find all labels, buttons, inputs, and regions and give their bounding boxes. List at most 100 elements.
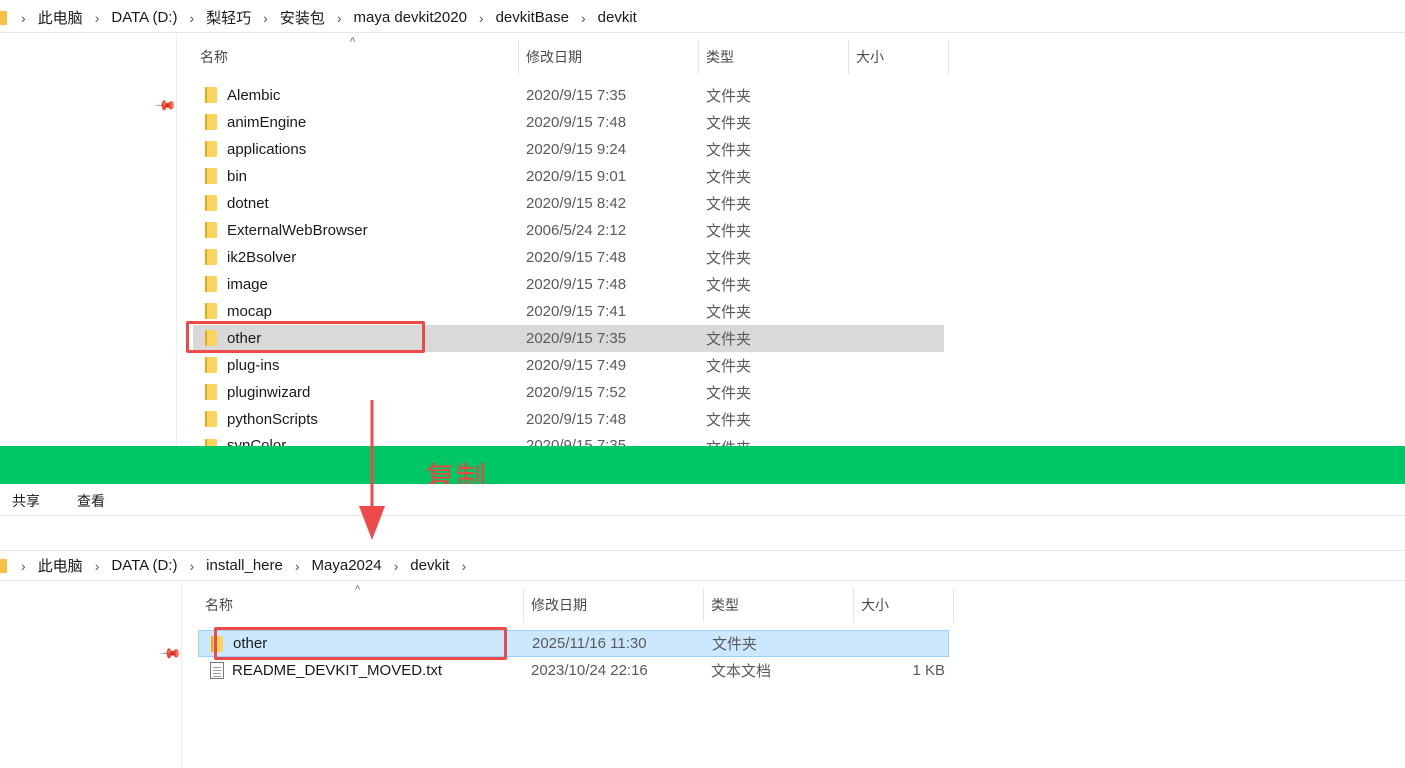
folder-icon (205, 276, 217, 292)
chevron-right-icon: › (580, 9, 586, 26)
file-modified: 2020/9/15 8:42 (526, 195, 627, 212)
file-name: ExternalWebBrowser (227, 222, 368, 239)
folder-icon (0, 558, 7, 573)
file-row[interactable]: animEngine 2020/9/15 7:48 文件夹 (193, 109, 944, 136)
ribbon-body (0, 517, 1405, 551)
chevron-right-icon: › (336, 9, 342, 26)
file-name: ik2Bsolver (227, 249, 297, 266)
file-modified: 2020/9/15 7:35 (526, 87, 627, 104)
folder-icon (205, 195, 217, 211)
file-type: 文件夹 (706, 142, 752, 159)
file-modified: 2006/5/24 2:12 (526, 222, 627, 239)
file-row[interactable]: Alembic 2020/9/15 7:35 文件夹 (193, 82, 944, 109)
file-row[interactable]: README_DEVKIT_MOVED.txt 2023/10/24 22:16 文… (198, 657, 949, 684)
nav-pane-divider (176, 34, 177, 446)
breadcrumb-item[interactable]: 此电脑 (32, 555, 89, 576)
column-header-type[interactable]: 类型 (699, 40, 849, 74)
breadcrumb-item[interactable]: devkitBase (490, 9, 575, 26)
file-row[interactable]: plug-ins 2020/9/15 7:49 文件夹 (193, 352, 944, 379)
pin-icon[interactable]: 📌 (154, 93, 178, 117)
file-type: 文件夹 (706, 412, 752, 429)
file-row[interactable]: bin 2020/9/15 9:01 文件夹 (193, 163, 944, 190)
file-type: 文件夹 (706, 385, 752, 402)
column-header-type[interactable]: 类型 (704, 588, 854, 622)
folder-icon (205, 439, 217, 446)
tab-view[interactable]: 查看 (77, 491, 105, 511)
file-row[interactable]: applications 2020/9/15 9:24 文件夹 (193, 136, 944, 163)
file-modified: 2020/9/15 7:35 (526, 330, 627, 347)
file-type: 文件夹 (706, 437, 751, 446)
file-row[interactable]: synColor 2020/9/15 7:35 文件夹 (193, 433, 944, 446)
file-modified: 2020/9/15 7:49 (526, 357, 627, 374)
breadcrumb-item[interactable]: maya devkit2020 (348, 9, 473, 26)
file-type: 文件夹 (706, 304, 752, 321)
column-header-row: ^ 名称 修改日期 类型 大小 (198, 584, 958, 622)
file-modified: 2020/9/15 7:35 (526, 437, 627, 446)
folder-icon (205, 141, 217, 157)
breadcrumb-item[interactable]: install_here (200, 557, 289, 574)
file-modified: 2020/9/15 9:24 (526, 141, 627, 158)
chevron-right-icon: › (189, 557, 195, 574)
file-modified: 2023/10/24 22:16 (531, 662, 648, 679)
tab-share[interactable]: 共享 (12, 491, 40, 511)
file-name: pluginwizard (227, 384, 311, 401)
file-type: 文件夹 (706, 250, 752, 267)
file-size: 1 KB (912, 662, 945, 679)
breadcrumb-item[interactable]: 安装包 (274, 7, 331, 28)
file-name: synColor (227, 437, 287, 446)
file-name: dotnet (227, 195, 269, 212)
column-header-name[interactable]: 名称 (198, 588, 524, 622)
file-row[interactable]: pythonScripts 2020/9/15 7:48 文件夹 (193, 406, 944, 433)
file-row[interactable]: dotnet 2020/9/15 8:42 文件夹 (193, 190, 944, 217)
file-type: 文件夹 (706, 196, 752, 213)
column-header-row: ^ 名称 修改日期 类型 大小 (193, 36, 953, 74)
address-bar-top[interactable]: › 此电脑 › DATA (D:) › 梨轻巧 › 安装包 › maya dev… (0, 3, 1405, 33)
file-row[interactable]: ExternalWebBrowser 2006/5/24 2:12 文件夹 (193, 217, 944, 244)
nav-pane-divider (181, 582, 182, 768)
column-header-modified[interactable]: 修改日期 (519, 40, 699, 74)
file-name: bin (227, 168, 248, 185)
file-row[interactable]: pluginwizard 2020/9/15 7:52 文件夹 (193, 379, 944, 406)
column-header-size[interactable]: 大小 (849, 40, 949, 74)
breadcrumb-item[interactable]: 此电脑 (32, 7, 89, 28)
chevron-right-icon: › (263, 9, 268, 26)
file-modified: 2020/9/15 7:48 (526, 276, 627, 293)
file-type: 文件夹 (706, 169, 752, 186)
file-row[interactable]: image 2020/9/15 7:48 文件夹 (193, 271, 944, 298)
file-modified: 2020/9/15 7:48 (526, 114, 627, 131)
column-header-size[interactable]: 大小 (854, 588, 954, 622)
file-type: 文件夹 (706, 277, 752, 294)
breadcrumb-item[interactable]: 梨轻巧 (200, 7, 257, 28)
breadcrumb-item[interactable]: devkit (592, 9, 643, 26)
chevron-right-icon: › (393, 557, 399, 574)
highlight-box (186, 321, 425, 353)
chevron-right-icon: › (461, 557, 467, 574)
file-type: 文本文档 (711, 663, 772, 680)
file-modified: 2020/9/15 7:48 (526, 411, 627, 428)
file-name: Alembic (227, 87, 281, 104)
breadcrumb-item[interactable]: Maya2024 (306, 557, 388, 574)
folder-icon (205, 249, 217, 265)
file-type: 文件夹 (706, 331, 752, 348)
folder-icon (205, 357, 217, 373)
column-header-name[interactable]: 名称 (193, 40, 519, 74)
down-arrow-icon (359, 400, 385, 540)
file-row[interactable]: ik2Bsolver 2020/9/15 7:48 文件夹 (193, 244, 944, 271)
address-bar-bottom[interactable]: › 此电脑 › DATA (D:) › install_here › Maya2… (0, 551, 1405, 581)
chevron-right-icon: › (94, 9, 100, 26)
file-type: 文件夹 (706, 115, 752, 132)
breadcrumb-item[interactable]: DATA (D:) (105, 557, 183, 574)
folder-icon (205, 168, 217, 184)
file-modified: 2020/9/15 9:01 (526, 168, 627, 185)
folder-icon (205, 303, 217, 319)
breadcrumb-item[interactable]: devkit (404, 557, 455, 574)
chevron-right-icon: › (478, 9, 484, 26)
chevron-right-icon: › (294, 557, 300, 574)
file-modified: 2020/9/15 7:48 (526, 249, 627, 266)
pin-icon[interactable]: 📌 (159, 641, 183, 665)
chevron-right-icon: › (189, 9, 195, 26)
breadcrumb-item[interactable]: DATA (D:) (105, 9, 183, 26)
chevron-right-icon: › (21, 557, 26, 574)
column-header-modified[interactable]: 修改日期 (524, 588, 704, 622)
file-name: mocap (227, 303, 273, 320)
